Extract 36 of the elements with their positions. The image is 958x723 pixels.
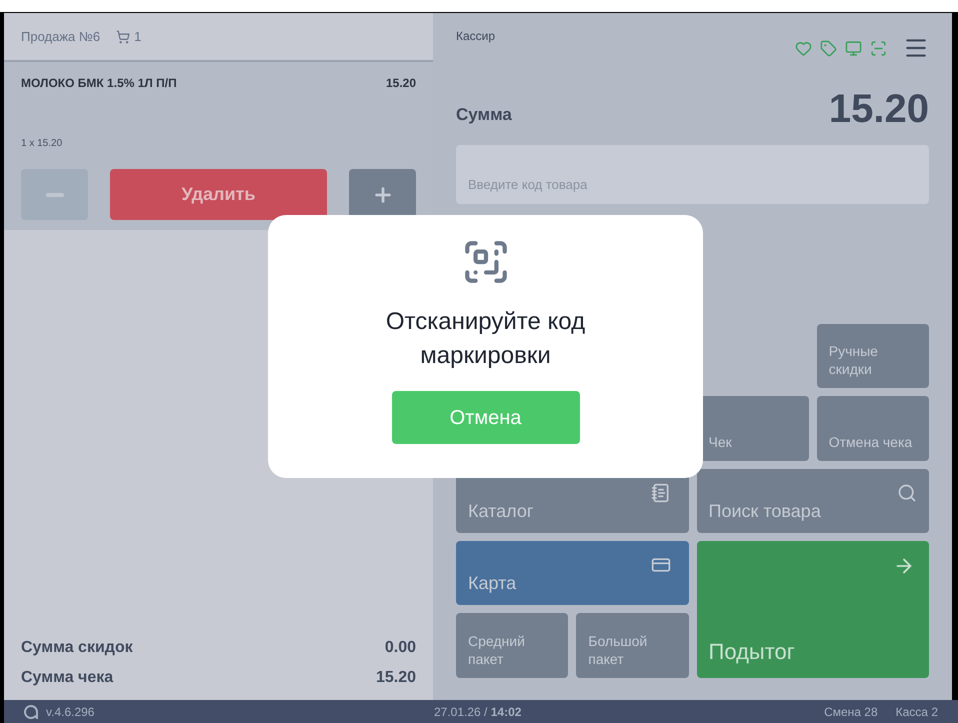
item-price: 15.20 <box>386 75 416 92</box>
search-icon <box>897 483 917 503</box>
item-name: МОЛОКО БМК 1.5% 1Л П/П <box>21 75 177 92</box>
version-text: v.4.6.296 <box>46 704 94 720</box>
date-time: 27.01.26 / 14:02 <box>434 704 522 720</box>
scan-icon <box>870 40 887 56</box>
shift-text: Смена 28 <box>824 704 878 720</box>
cart-count: 1 <box>134 28 142 46</box>
card-button[interactable]: Карта <box>456 541 688 605</box>
item-quantity: 1 x 15.20 <box>21 137 64 151</box>
sum-value: 15.20 <box>828 89 929 129</box>
tag-icon <box>820 40 837 56</box>
total-label: Сумма чека <box>21 668 114 688</box>
sum-label: Сумма <box>456 104 512 126</box>
total-value: 15.20 <box>376 668 416 688</box>
notebook-icon <box>650 483 670 503</box>
action-button[interactable]: Средний пакет <box>456 613 568 678</box>
user-label: Кассир <box>456 28 496 45</box>
sale-title: Продажа №6 <box>21 28 100 46</box>
search-button[interactable]: Поиск товара <box>696 469 929 533</box>
delete-button[interactable]: Удалить <box>110 169 327 220</box>
action-button[interactable]: Большой пакет <box>576 613 688 678</box>
monitor-icon <box>845 40 862 56</box>
total-label: Сумма скидок <box>21 638 133 658</box>
logo-icon <box>24 704 38 718</box>
cancel-button[interactable]: Отмена <box>392 391 580 444</box>
total-value: 0.00 <box>384 638 416 658</box>
code-input-field[interactable]: Введите код товара <box>456 145 929 204</box>
selected-item-row[interactable]: МОЛОКО БМК 1.5% 1Л П/П 15.20 1 x 15.20 Удалить <box>4 62 433 230</box>
subtotal-button[interactable]: Подытог <box>696 541 929 678</box>
dialog-title: Отсканируйте код маркировки <box>384 307 586 371</box>
action-button[interactable]: Отмена чека <box>816 396 929 461</box>
cart-icon <box>116 30 130 44</box>
heart-icon <box>795 40 812 56</box>
action-button[interactable]: Ручные скидки <box>816 324 929 388</box>
register-text: Касса 2 <box>896 704 938 720</box>
